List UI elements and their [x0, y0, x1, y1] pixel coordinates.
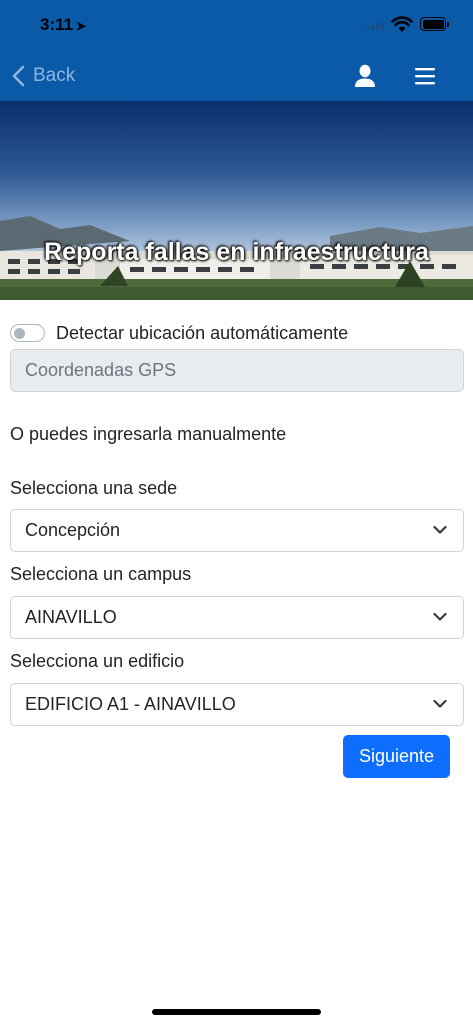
home-indicator[interactable]	[152, 1009, 321, 1015]
campus-building-image	[0, 216, 473, 300]
chevron-down-icon	[433, 612, 447, 621]
sede-select[interactable]: Concepción	[10, 509, 464, 552]
status-time: 3:11 ➤	[40, 15, 86, 35]
menu-icon[interactable]	[414, 66, 436, 86]
auto-location-toggle[interactable]	[10, 324, 45, 342]
edificio-label: Selecciona un edificio	[10, 651, 185, 671]
manual-entry-text: O puedes ingresarla manualmente	[10, 424, 287, 444]
status-bar: 3:11 ➤	[0, 0, 473, 50]
chevron-left-icon	[12, 65, 25, 87]
campus-select[interactable]: AINAVILLO	[10, 596, 464, 639]
auto-location-row: Detectar ubicación automáticamente	[10, 322, 348, 344]
gps-coordinates-input[interactable]	[10, 349, 464, 392]
battery-icon	[420, 17, 449, 31]
edificio-value: EDIFICIO A1 - AINAVILLO	[25, 694, 236, 714]
next-button[interactable]: Siguiente	[343, 735, 450, 778]
sede-label: Selecciona una sede	[10, 478, 178, 498]
sede-value: Concepción	[25, 520, 121, 540]
signal-icon	[366, 22, 384, 30]
chevron-down-icon	[433, 699, 447, 708]
page-title: Reporta fallas en infraestructura	[44, 238, 429, 266]
edificio-select[interactable]: EDIFICIO A1 - AINAVILLO	[10, 683, 464, 726]
campus-value: AINAVILLO	[25, 607, 117, 627]
status-time-text: 3:11	[40, 15, 74, 34]
auto-location-label: Detectar ubicación automáticamente	[56, 322, 349, 343]
user-icon[interactable]	[354, 64, 376, 88]
navbar: Back	[0, 50, 473, 101]
back-label: Back	[33, 65, 76, 86]
back-button[interactable]: Back	[12, 62, 75, 90]
campus-label: Selecciona un campus	[10, 564, 192, 584]
chevron-down-icon	[433, 525, 447, 534]
hero-banner: Reporta fallas en infraestructura	[0, 101, 473, 300]
wifi-icon	[391, 16, 413, 32]
location-arrow-icon: ➤	[76, 19, 87, 33]
